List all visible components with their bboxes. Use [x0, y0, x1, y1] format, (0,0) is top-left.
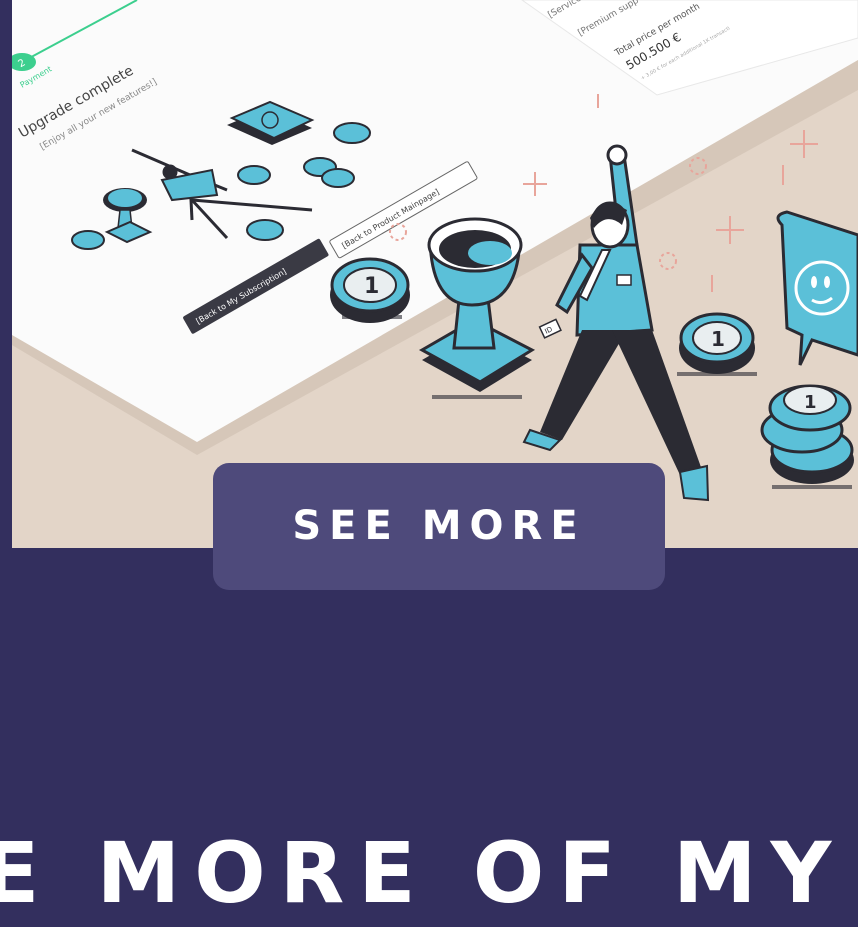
coin-icon-right: 1: [679, 312, 755, 374]
section-heading: E MORE OF MY: [0, 824, 846, 922]
svg-text:1: 1: [711, 327, 725, 351]
see-more-button[interactable]: SEE MORE: [213, 463, 665, 590]
svg-text:1: 1: [804, 392, 817, 413]
coin-icon-left: 1: [330, 257, 410, 323]
svg-text:1: 1: [364, 274, 379, 299]
coin-stack-icon: 1: [760, 384, 854, 484]
